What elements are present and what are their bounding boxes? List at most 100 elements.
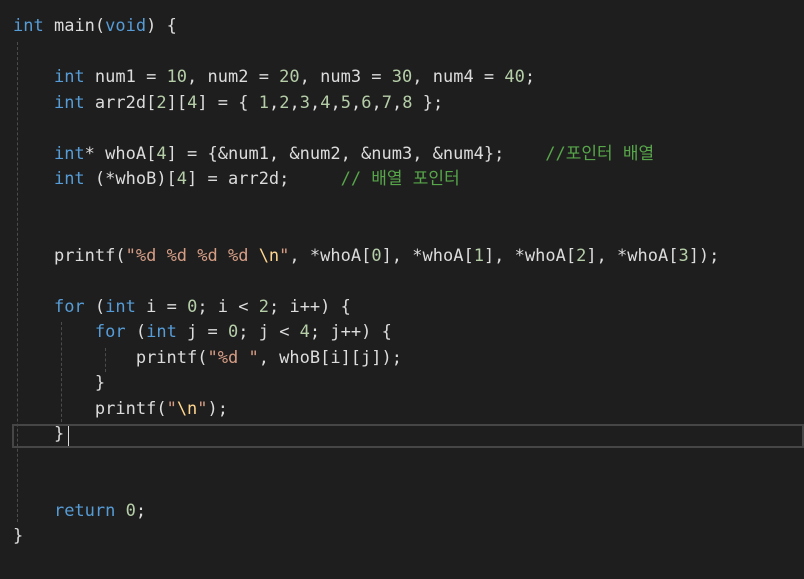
code-token: for (94, 322, 126, 342)
code-token: ) { (146, 16, 177, 36)
code-line[interactable]: } (13, 371, 105, 396)
code-token: ], *whoA[ (381, 245, 474, 266)
code-line[interactable]: int num1 = 10, num2 = 20, num3 = 30, num… (13, 65, 535, 90)
text-caret (68, 426, 69, 446)
code-line[interactable]: for (int j = 0; j < 4; j++) { (13, 320, 392, 345)
code-token: int (53, 67, 85, 87)
code-token: printf (53, 245, 116, 266)
code-line[interactable]: int arr2d[2][4] = { 1,2,3,4,5,6,7,8 }; (13, 91, 443, 116)
code-token: , whoB[i][j]); (258, 347, 402, 368)
code-token: " (166, 398, 177, 419)
code-token: ]); (688, 245, 720, 266)
code-token: 0 (228, 322, 239, 342)
code-token: ; j < (238, 322, 300, 342)
code-token: 40 (504, 67, 525, 87)
code-token: , num4 = (412, 67, 505, 87)
code-token: " (279, 245, 290, 266)
code-token: i = (135, 296, 188, 317)
code-token: , (391, 92, 403, 113)
code-token: * whoA[ (84, 143, 157, 164)
code-line[interactable]: printf("\n"); (13, 397, 228, 422)
code-token: 4 (320, 92, 331, 113)
code-token: , (268, 92, 280, 113)
code-token: 2 (258, 296, 269, 317)
code-token: ( (197, 347, 208, 368)
code-token: printf (94, 398, 157, 419)
code-token: }; (412, 92, 444, 113)
code-token: "%d %d %d %d (125, 245, 259, 266)
code-token: } (13, 424, 65, 444)
code-token: 4 (176, 169, 188, 189)
code-token: 10 (166, 67, 188, 87)
code-token: ; (135, 500, 147, 521)
code-token: ( (156, 398, 167, 419)
code-token: ][ (166, 92, 188, 113)
code-token: // 배열 포인터 (340, 169, 460, 189)
code-token: int (53, 92, 85, 113)
code-token: ; j++) { (309, 322, 392, 342)
code-line[interactable]: for (int i = 0; i < 2; i++) { (13, 295, 351, 320)
code-token: printf (135, 347, 198, 368)
code-token: ] = arr2d; (187, 169, 341, 189)
code-token: 4 (299, 322, 310, 342)
code-line[interactable]: int (*whoB)[4] = arr2d; // 배열 포인터 (13, 167, 460, 192)
code-line[interactable]: printf("%d %d %d %d \n", *whoA[0], *whoA… (13, 244, 719, 269)
code-token: void (105, 16, 147, 36)
code-token: , (330, 92, 341, 113)
code-token: ( (84, 296, 106, 317)
code-token: int (53, 169, 85, 189)
code-token: main (53, 16, 95, 36)
code-line[interactable]: int main(void) { (13, 14, 177, 39)
code-token: \n (258, 245, 280, 266)
code-token: , (371, 92, 382, 113)
code-token: j = (176, 322, 228, 342)
code-line[interactable]: } (13, 524, 23, 549)
code-token: } (13, 373, 106, 393)
code-token: 2 (576, 245, 587, 266)
code-editor[interactable]: int main(void) { int num1 = 10, num2 = 2… (0, 0, 804, 579)
code-token: int (146, 322, 177, 342)
code-token: 8 (402, 92, 413, 113)
code-token: " (197, 398, 208, 419)
code-token: ], *whoA[ (483, 245, 577, 266)
code-token: 1 (473, 245, 484, 266)
code-token: num1 = (84, 67, 167, 87)
code-line[interactable]: } (13, 422, 64, 447)
code-line[interactable]: return 0; (13, 499, 146, 524)
code-token: 2 (156, 92, 167, 113)
code-token: 30 (391, 67, 413, 87)
code-token: arr2d[ (84, 92, 157, 113)
code-token: ); (207, 398, 229, 419)
code-token: ( (94, 16, 106, 36)
code-token: 1 (258, 92, 269, 113)
code-token: , (350, 92, 362, 113)
code-token: ; i++) { (268, 296, 351, 317)
code-token: ; (524, 67, 536, 87)
code-token: 5 (340, 92, 351, 113)
code-token: , num3 = (299, 67, 392, 87)
code-line[interactable]: int* whoA[4] = {&num1, &num2, &num3, &nu… (13, 142, 654, 167)
code-token: 20 (279, 67, 300, 87)
code-token: , (309, 92, 321, 113)
code-token: ] = {&num1, &num2, &num3, &num4}; (166, 143, 546, 164)
code-token: 0 (187, 296, 198, 317)
code-token: //포인터 배열 (545, 143, 655, 164)
code-token: 3 (678, 245, 689, 266)
code-token: int (13, 16, 44, 36)
code-line[interactable]: printf("%d ", whoB[i][j]); (13, 346, 402, 371)
code-token: for (53, 296, 85, 317)
code-token: 6 (361, 92, 372, 113)
code-token: ( (115, 245, 126, 266)
code-token: int (53, 143, 85, 164)
code-token: int (105, 296, 136, 317)
code-token: , num2 = (187, 67, 280, 87)
